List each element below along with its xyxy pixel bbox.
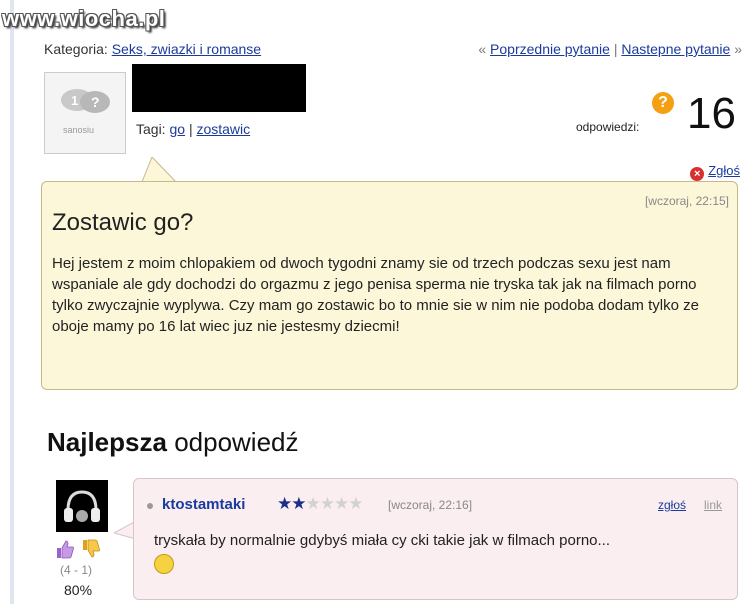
close-circle-icon: × [690,167,705,181]
best-answer-heading-rest: odpowiedź [174,427,299,457]
question-timestamp: [wczoraj, 22:15] [644,194,729,208]
question-box: [wczoraj, 22:15] Zostawic go? Hej jestem… [41,181,738,390]
question-title: Zostawic go? [52,209,194,236]
category-label: Kategoria: [44,41,108,57]
category-line: Kategoria: Seks, zwiazki i romanse [44,41,261,57]
next-question-link[interactable]: Nastepne pytanie [621,41,730,57]
answer-avatar[interactable] [56,480,108,532]
report-link[interactable]: Zgłoś [708,163,740,178]
prev-question-link[interactable]: Poprzednie pytanie [490,41,610,57]
tag-link[interactable]: zostawic [196,121,250,137]
redacted-block [132,64,306,112]
answer-box: ktostamtaki ★★★★★★ [wczoraj, 22:16] zgło… [133,478,738,600]
watermark: www.wiocha.pl [2,6,166,31]
bullet-icon [147,503,153,509]
category-link[interactable]: Seks, zwiazki i romanse [112,41,261,57]
star-icon: ★★★★ [305,494,364,513]
nav-separator: | [613,41,618,57]
speech-bubbles-icon: 1 ? [61,89,110,113]
vote-count: (4 - 1) [60,563,93,577]
svg-text:?: ? [91,94,100,110]
answer-count-value: 16 [687,89,736,138]
headphones-icon [64,490,100,522]
answer-username[interactable]: ktostamtaki [162,496,245,513]
answer-count: ? odpowiedzi: 16 [576,90,736,138]
answer-report-link[interactable]: zgłoś [658,498,686,512]
best-answer-heading: Najlepsza odpowiedź [47,427,299,458]
question-nav: « Poprzednie pytanie | Nastepne pytanie … [478,41,742,57]
rating-stars: ★★★★★★ [277,494,364,514]
question-avatar[interactable]: 1 ? sanosiu [44,72,126,154]
answer-timestamp: [wczoraj, 22:16] [388,498,473,512]
best-answer-heading-bold: Najlepsza [47,427,167,457]
next-arrow-icon: » [734,41,742,57]
thumbs-up-icon[interactable] [54,538,76,560]
answer-count-label: odpowiedzi: [576,120,640,134]
question-mark-icon: ? [652,92,674,114]
star-icon: ★ [277,494,292,513]
answer-text: tryskała by normalnie gdybyś miała cy ck… [154,532,611,549]
tag-link[interactable]: go [169,121,185,137]
answer-permalink[interactable]: link [704,498,722,512]
star-half-icon: ★ [291,494,306,513]
avatar-caption: sanosiu [63,125,95,135]
tags-label: Tagi: [136,121,166,137]
vote-percent: 80% [64,582,93,598]
report-question: × Zgłoś [690,163,740,181]
smiley-icon [154,554,174,574]
svg-text:1: 1 [71,93,78,108]
question-body: Hej jestem z moim chlopakiem od dwoch ty… [52,255,699,335]
tags-line: Tagi: go | zostawic [136,121,250,137]
tag-separator: | [188,121,193,137]
thumbs-down-icon[interactable] [80,538,102,560]
prev-arrow-icon: « [478,41,487,57]
left-border [10,0,14,604]
